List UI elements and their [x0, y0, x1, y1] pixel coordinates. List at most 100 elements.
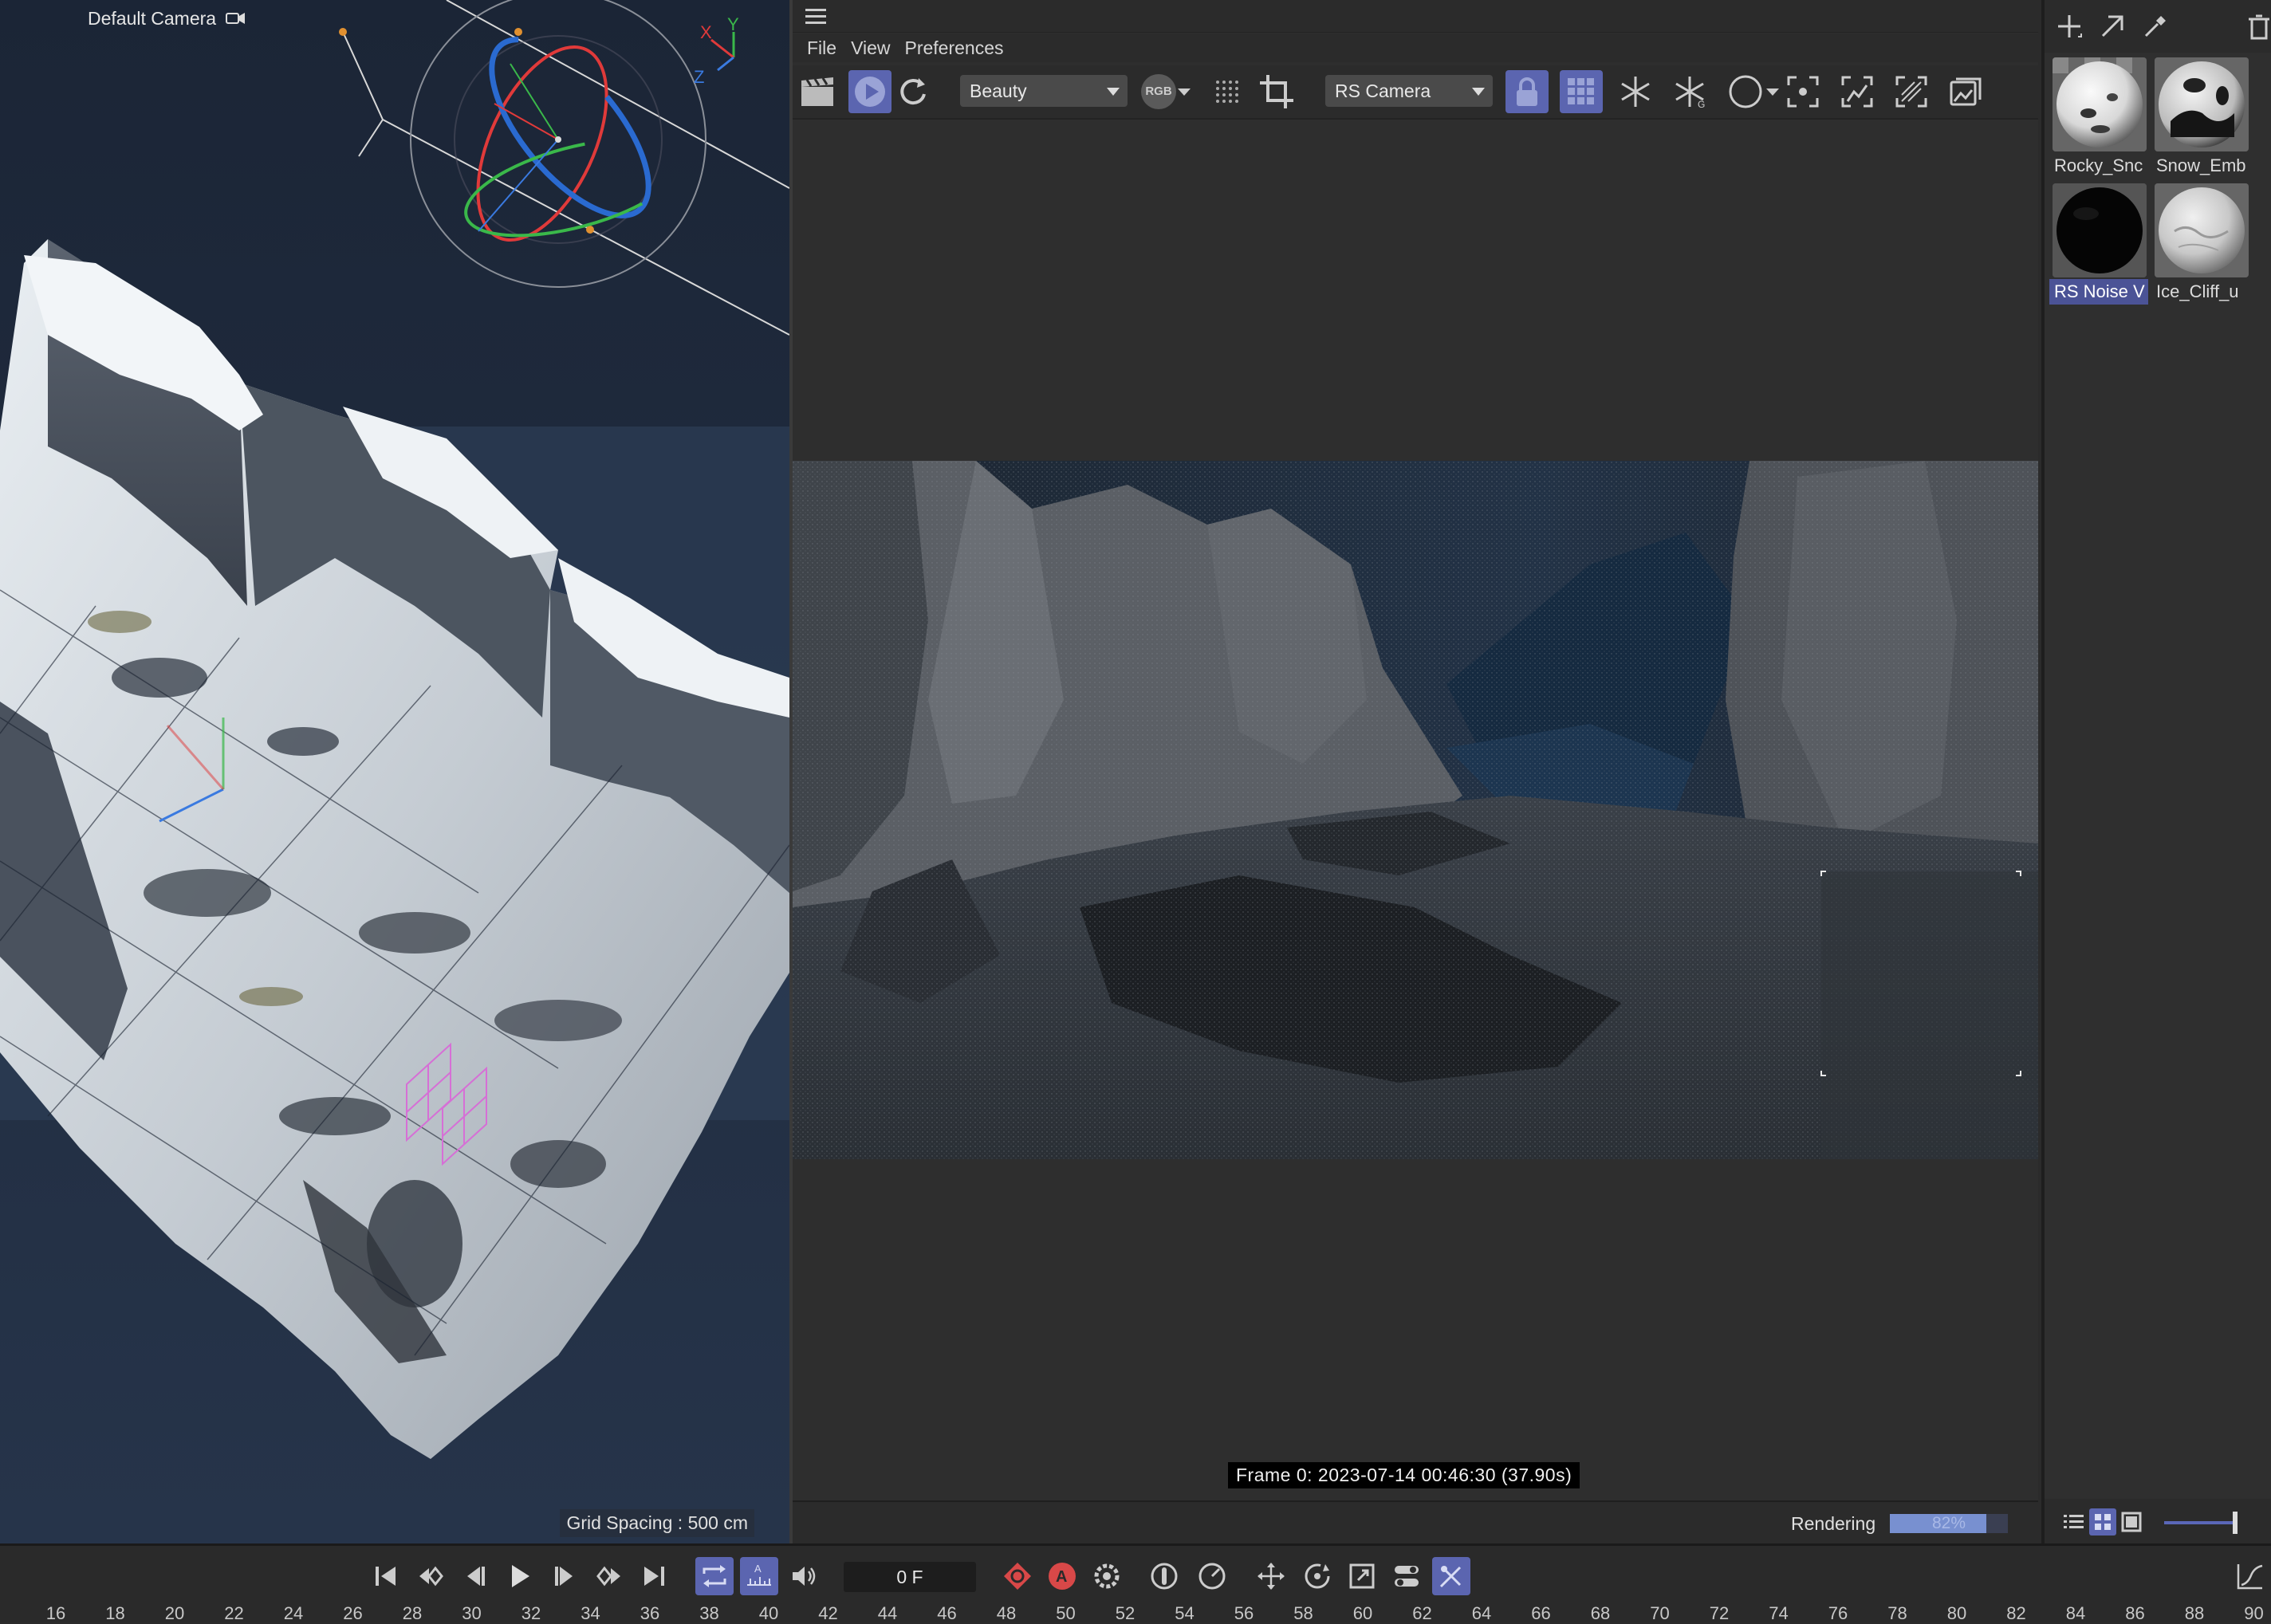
- snapshot-hatch-icon[interactable]: [1890, 70, 1933, 113]
- timeline-tick-label: 24: [283, 1603, 304, 1623]
- timeline-tick-label: 42: [818, 1603, 838, 1623]
- fcurve-graph-icon[interactable]: [2233, 1557, 2268, 1595]
- material-tile[interactable]: Ice_Cliff_u: [2151, 182, 2250, 308]
- camera-dropdown[interactable]: RS Camera: [1325, 75, 1493, 107]
- axis-x-label: X: [700, 22, 712, 42]
- material-view-controls: [2045, 1499, 2271, 1543]
- timeline-tick-label: 22: [224, 1603, 244, 1623]
- scale-key-icon[interactable]: [1343, 1557, 1381, 1595]
- timeline-tick-label: 90: [2244, 1603, 2264, 1623]
- eyedropper-icon[interactable]: [2137, 8, 2174, 45]
- material-tile[interactable]: Snow_Emb: [2151, 56, 2250, 182]
- snowflake-global-icon[interactable]: G: [1668, 70, 1711, 113]
- timeline-tick-label: 76: [1828, 1603, 1848, 1623]
- material-preview-rocky-snow: [2053, 57, 2147, 151]
- prev-frame-icon[interactable]: [456, 1557, 494, 1595]
- sound-icon[interactable]: [785, 1557, 823, 1595]
- lock-icon[interactable]: [1505, 70, 1549, 113]
- timeline-tick-label: 64: [1471, 1603, 1492, 1623]
- key-settings-gear-icon[interactable]: [1088, 1557, 1126, 1595]
- bucket-grid-icon[interactable]: [1560, 70, 1603, 113]
- list-view-icon[interactable]: [2060, 1508, 2088, 1536]
- dither-grid-icon[interactable]: [1206, 70, 1249, 113]
- material-label: Ice_Cliff_u: [2156, 281, 2239, 301]
- timeline-tick-label: 34: [581, 1603, 600, 1623]
- thumbnail-size-slider-handle[interactable]: [2233, 1512, 2238, 1534]
- rendered-scene: [793, 461, 2038, 1159]
- current-frame-field[interactable]: 0 F: [844, 1562, 976, 1592]
- region-circle-icon[interactable]: [1724, 70, 1767, 113]
- material-label: Rocky_Snc: [2054, 155, 2143, 175]
- thumbnail-size-slider[interactable]: [2164, 1521, 2238, 1524]
- viewport-camera-label[interactable]: Default Camera: [88, 8, 216, 29]
- crop-icon[interactable]: [1255, 70, 1298, 113]
- loop-icon[interactable]: [695, 1557, 734, 1595]
- apply-arrow-icon[interactable]: [2094, 8, 2131, 45]
- camera-icon[interactable]: [226, 10, 246, 27]
- timeline-tick-label: 58: [1293, 1603, 1313, 1623]
- play-forward-icon[interactable]: [501, 1557, 539, 1595]
- play-render-button[interactable]: [848, 70, 891, 113]
- menu-file[interactable]: File: [793, 37, 836, 59]
- render-status-bar: Rendering 82%: [793, 1500, 2038, 1545]
- autokey-ruler-icon[interactable]: A: [740, 1557, 778, 1595]
- timeline-tick-label: 18: [105, 1603, 125, 1623]
- hamburger-menu-icon[interactable]: [804, 6, 828, 26]
- material-preview-snow-emb: [2155, 57, 2249, 151]
- render-output-image[interactable]: [793, 461, 2038, 1159]
- focus-frame-icon[interactable]: [1781, 70, 1824, 113]
- channel-caret-icon[interactable]: [1172, 70, 1196, 113]
- pla-tool-icon[interactable]: [1432, 1557, 1470, 1595]
- timeline-tick-label: 48: [996, 1603, 1017, 1623]
- parameter-toggle-icon[interactable]: [1387, 1557, 1426, 1595]
- mouse-pointer-icon[interactable]: [1145, 1557, 1183, 1595]
- prev-keyframe-icon[interactable]: [411, 1557, 450, 1595]
- menu-preferences[interactable]: Preferences: [891, 37, 1004, 59]
- timeline-tick-label: 66: [1531, 1603, 1551, 1623]
- render-view-toolbar: Beauty RGB RS Camera G: [793, 65, 2038, 120]
- image-gallery-icon[interactable]: [1944, 70, 1987, 113]
- timeline-tick-label: 26: [343, 1603, 363, 1623]
- render-progress-text: 82%: [1931, 1514, 1966, 1532]
- material-tile[interactable]: Rocky_Snc: [2049, 56, 2148, 182]
- record-keyframe-icon[interactable]: [998, 1557, 1037, 1595]
- material-manager-panel: Rocky_Snc Snow_Emb RS Noise V Ice_Cliff_…: [2041, 0, 2271, 1543]
- clapper-icon[interactable]: [796, 70, 839, 113]
- menu-view[interactable]: View: [836, 37, 890, 59]
- timeline-tick-label: 46: [937, 1603, 957, 1623]
- speed-dial-icon[interactable]: [1193, 1557, 1231, 1595]
- render-progress-bar: 82%: [1890, 1514, 2008, 1533]
- aov-dropdown[interactable]: Beauty: [960, 75, 1128, 107]
- material-label: RS Noise V: [2049, 279, 2148, 305]
- timeline-tick-label: 40: [758, 1603, 779, 1623]
- axis-y-label: Y: [727, 14, 739, 34]
- material-preview-ice-cliff: [2155, 183, 2249, 277]
- move-key-icon[interactable]: [1252, 1557, 1290, 1595]
- delete-material-icon[interactable]: [2244, 8, 2271, 45]
- region-render-icon[interactable]: [1836, 70, 1879, 113]
- material-tile-selected[interactable]: RS Noise V: [2049, 182, 2148, 308]
- grid-view-icon[interactable]: [2089, 1508, 2116, 1536]
- rotate-key-icon[interactable]: [1298, 1557, 1336, 1595]
- next-keyframe-icon[interactable]: [590, 1557, 628, 1595]
- go-to-start-icon[interactable]: [367, 1557, 405, 1595]
- timeline-tick-label: 50: [1056, 1603, 1076, 1623]
- go-to-end-icon[interactable]: [635, 1557, 673, 1595]
- material-preview-rs-noise: [2053, 183, 2147, 277]
- timeline-tick-label: 32: [521, 1603, 541, 1623]
- region-caret-icon[interactable]: [1762, 70, 1783, 113]
- large-view-icon[interactable]: [2118, 1508, 2145, 1536]
- timeline-tick-label: 72: [1709, 1603, 1730, 1623]
- timeline-tick-label: 62: [1412, 1603, 1432, 1623]
- next-frame-icon[interactable]: [545, 1557, 584, 1595]
- add-material-icon[interactable]: [2051, 8, 2088, 45]
- autokey-icon[interactable]: A: [1043, 1557, 1081, 1595]
- timeline-tick-label: 70: [1650, 1603, 1670, 1623]
- timeline-tick-label: 16: [45, 1603, 66, 1623]
- timeline-tick-label: 38: [699, 1603, 719, 1623]
- 3d-viewport[interactable]: X Y Z Default Camera Grid Spacing : 500 …: [0, 0, 793, 1543]
- snowflake-icon[interactable]: [1614, 70, 1657, 113]
- grid-spacing-label: Grid Spacing : 500 cm: [560, 1509, 754, 1537]
- refresh-icon[interactable]: [891, 70, 935, 113]
- viewport-scene: [0, 0, 789, 1543]
